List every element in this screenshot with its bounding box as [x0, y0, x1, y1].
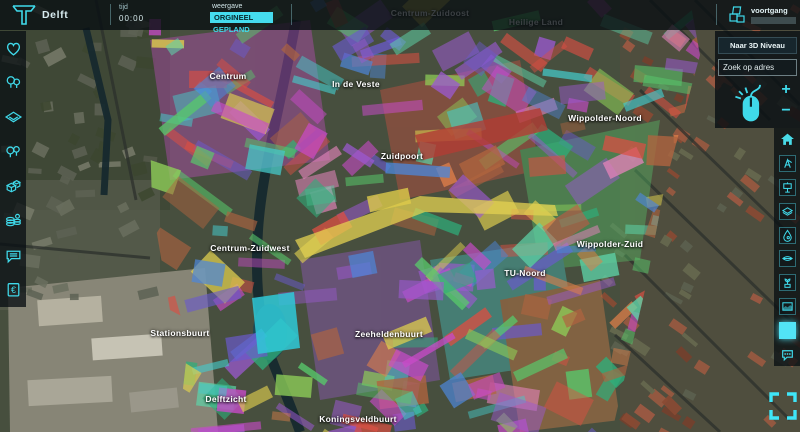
left-toolbar: € — [0, 31, 26, 307]
zoom-in-button[interactable]: + — [777, 81, 795, 99]
view-option-origineel[interactable]: ORGINEEL — [210, 12, 273, 23]
euro-icon: € — [4, 280, 23, 299]
plant-icon — [781, 276, 794, 289]
indicator-coins-button[interactable] — [2, 210, 24, 232]
plant-button[interactable] — [779, 274, 796, 291]
billboard-button[interactable] — [779, 179, 796, 196]
chat-button[interactable] — [779, 346, 796, 363]
finance-button[interactable]: € — [2, 279, 24, 301]
leaf-button[interactable] — [779, 250, 796, 267]
terrain-tile-icon — [4, 108, 23, 127]
home-button[interactable] — [779, 131, 796, 148]
select-area-button[interactable] — [779, 322, 796, 339]
satellite-map — [0, 0, 800, 432]
buildings-icon — [4, 177, 23, 196]
to-3d-level-button[interactable]: Naar 3D Niveau — [718, 37, 797, 54]
heart-icon — [4, 39, 23, 58]
address-search-input[interactable] — [718, 59, 797, 76]
right-panel: Naar 3D Niveau + − — [715, 31, 800, 128]
vegetation-icon — [4, 142, 23, 161]
fullscreen-button[interactable] — [768, 391, 798, 421]
indicator-terrain-button[interactable] — [2, 106, 24, 128]
right-tool-strip — [774, 128, 800, 366]
svg-text:€: € — [11, 285, 16, 295]
mouse-navigation-icon — [731, 83, 769, 125]
zoom-out-button[interactable]: − — [777, 103, 795, 121]
map-canvas[interactable]: Centrum-ZuidoostHeilige LandCentrumIn de… — [0, 0, 800, 432]
fullscreen-brackets-icon — [768, 391, 798, 421]
view-option-gepland[interactable]: GEPLAND — [213, 25, 250, 34]
terrain-view-icon — [781, 300, 794, 313]
progress-blocks-icon — [727, 4, 747, 25]
app-title: Delft — [42, 9, 68, 21]
divider — [291, 4, 292, 25]
measure-button[interactable] — [779, 155, 796, 172]
view-label: weergave — [212, 3, 242, 10]
chat-icon — [780, 347, 795, 362]
progress-label: voortgang — [751, 6, 788, 15]
layers-icon — [781, 205, 794, 218]
home-icon — [780, 132, 795, 147]
layers-button[interactable] — [779, 203, 796, 220]
billboard-icon — [781, 181, 794, 194]
water-drop-icon — [781, 229, 794, 242]
water-drop-button[interactable] — [779, 227, 796, 244]
coins-icon — [4, 211, 23, 230]
divider — [716, 4, 717, 25]
messages-icon — [4, 246, 23, 265]
messages-button[interactable] — [2, 244, 24, 266]
measure-icon — [781, 157, 794, 170]
indicator-buildings-button[interactable] — [2, 175, 24, 197]
leaf-icon — [781, 252, 794, 265]
trees-icon — [4, 73, 23, 92]
indicator-heart-button[interactable] — [2, 37, 24, 59]
time-label: tijd — [119, 4, 128, 11]
time-value: 00:00 — [119, 14, 144, 23]
divider — [110, 4, 111, 25]
top-bar: Delft tijd 00:00 weergave ORGINEEL GEPLA… — [0, 0, 800, 30]
terrain-view-button[interactable] — [779, 298, 796, 315]
indicator-trees-button[interactable] — [2, 72, 24, 94]
delft-logo-icon — [10, 3, 38, 27]
indicator-vegetation-button[interactable] — [2, 141, 24, 163]
app-window: Centrum-ZuidoostHeilige LandCentrumIn de… — [0, 0, 800, 432]
progress-bar — [751, 17, 796, 24]
